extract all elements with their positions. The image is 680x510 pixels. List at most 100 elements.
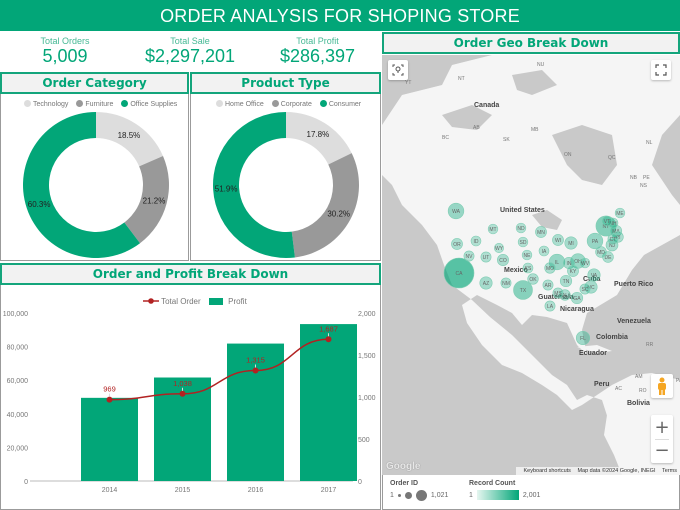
- slice-value-label: 17.8%: [307, 130, 330, 139]
- legend-label: Furniture: [85, 101, 114, 108]
- geo-map[interactable]: Canada United States Mexico Cuba Puerto Rico…: [382, 55, 680, 475]
- total-order-point[interactable]: [179, 390, 186, 397]
- keyboard-shortcuts-link[interactable]: Keyboard shortcuts: [524, 468, 571, 474]
- total-order-line: [109, 338, 329, 401]
- kpi-total-profit: Total Profit $286,397: [255, 36, 380, 66]
- map-data-text: Map data ©2024 Google, INEGI: [577, 468, 656, 474]
- product-type-donut: 17.8% 30.2% 51.9%: [212, 112, 359, 258]
- legend-item[interactable]: Consumer: [319, 100, 361, 108]
- slice-value-label: 30.2%: [327, 210, 350, 219]
- order-profit-title: Order and Profit Break Down: [0, 263, 381, 285]
- donut-slice-corporate[interactable]: [291, 153, 359, 258]
- color-legend-title: Record Count: [469, 480, 516, 487]
- zoom-in-button[interactable]: +: [654, 417, 669, 439]
- legend-label: Corporate: [280, 101, 312, 108]
- zoom-controls: + −: [651, 415, 673, 463]
- total-order-value-label: 1,315: [246, 356, 265, 365]
- google-logo: Google: [386, 461, 421, 472]
- zoom-out-button[interactable]: −: [654, 440, 669, 462]
- kpi-label: Total Profit: [296, 36, 339, 46]
- total-order-value-label: 969: [103, 385, 116, 394]
- state-label: GA: [573, 296, 581, 302]
- size-legend: Order ID 1 1,021: [390, 480, 448, 501]
- state-label: AR: [545, 283, 552, 289]
- color-legend-max: 2,001: [522, 491, 541, 499]
- product-type-title: Product Type: [190, 72, 381, 94]
- state-label: ND: [517, 226, 525, 232]
- order-profit-chart: 0 20,000 40,000 60,000 80,000 100,000 0 500 1,00…: [3, 311, 376, 494]
- state-label: ME: [616, 211, 624, 217]
- slice-value-label: 21.2%: [143, 196, 166, 205]
- state-label: NM: [502, 281, 510, 287]
- legend-item[interactable]: Office Supplies: [121, 100, 178, 108]
- legend-dot: [216, 100, 223, 107]
- state-label: MI: [568, 241, 574, 247]
- total-order-point[interactable]: [106, 396, 113, 403]
- legend-dot: [271, 100, 279, 107]
- legend-item[interactable]: Furniture: [76, 100, 114, 108]
- size-dot-mid-icon: [404, 492, 412, 499]
- size-dot-large-icon: [415, 490, 427, 501]
- state-label: MD: [597, 250, 605, 256]
- legend-dot: [121, 100, 129, 107]
- kpi-total-sale: Total Sale $2,297,201: [130, 36, 250, 66]
- y-left-tick-label: 40,000: [7, 412, 29, 419]
- order-category-donut: 18.5% 21.2% 60.3%: [22, 112, 169, 258]
- y-right-tick-label: 0: [358, 479, 362, 486]
- state-label: CT: [610, 237, 617, 243]
- state-label: MN: [537, 230, 545, 236]
- state-label: OR: [453, 242, 461, 248]
- state-label: WA: [452, 209, 461, 215]
- legend-dot: [319, 100, 327, 107]
- legend-item[interactable]: Corporate: [271, 100, 312, 108]
- x-tick-label: 2015: [175, 487, 191, 494]
- state-label: VT: [604, 219, 610, 225]
- state-label: CO: [499, 258, 507, 264]
- state-label: CA: [456, 271, 464, 277]
- state-label: OK: [529, 277, 537, 283]
- profit-bar[interactable]: [81, 397, 138, 481]
- state-label: UT: [483, 255, 490, 261]
- total-order-point[interactable]: [325, 336, 332, 343]
- state-label: VA: [591, 273, 598, 279]
- legend-item[interactable]: Technology: [24, 100, 69, 108]
- map-bubbles: CANYTXWAPAIL OHFLMINCVAAZNJGATNCO INKYMAOR…: [443, 202, 626, 346]
- profit-bar[interactable]: [300, 324, 357, 481]
- locate-button[interactable]: [388, 60, 408, 80]
- street-view-pegman[interactable]: [651, 374, 673, 398]
- slice-value-label: 51.9%: [215, 185, 238, 194]
- y-right-tick-label: 1,500: [358, 353, 376, 360]
- location-pin-icon: [392, 64, 404, 76]
- y-right-tick-label: 2,000: [358, 311, 376, 318]
- kpi-value: $286,397: [279, 46, 356, 66]
- kpi-label: Total Sale: [170, 36, 210, 46]
- state-label: NV: [466, 254, 474, 260]
- legend-label: Technology: [33, 101, 69, 108]
- state-label: LA: [547, 304, 554, 310]
- state-label: WV: [581, 261, 590, 267]
- total-order-point[interactable]: [252, 367, 259, 374]
- color-legend-min: 1: [469, 491, 473, 499]
- size-legend-title: Order ID: [390, 480, 419, 487]
- size-dot-small-icon: [397, 494, 401, 497]
- y-left-tick-label: 0: [24, 479, 28, 486]
- map-legend: Order ID 1 1,021 Record Count 1 2,001: [382, 475, 680, 510]
- kpi-label: Total Orders: [40, 36, 90, 46]
- fullscreen-icon: [655, 64, 667, 76]
- slice-value-label: 18.5%: [118, 131, 141, 140]
- legend-label: Office Supplies: [130, 101, 178, 108]
- state-label: WY: [495, 246, 504, 252]
- total-order-value-label: 1,687: [319, 324, 338, 333]
- pegman-icon: [658, 377, 666, 395]
- state-label: SD: [520, 240, 527, 246]
- size-legend-min: 1: [390, 492, 394, 499]
- kpi-total-orders: Total Orders 5,009: [10, 36, 120, 66]
- legend-dot: [24, 100, 31, 107]
- state-label: ID: [474, 239, 479, 245]
- legend-item[interactable]: Home Office: [216, 100, 264, 108]
- geo-title: Order Geo Break Down: [382, 32, 680, 54]
- color-legend: Record Count 1 2,001: [469, 480, 540, 500]
- state-label: PA: [592, 239, 599, 245]
- terms-link[interactable]: Terms: [662, 468, 677, 474]
- fullscreen-button[interactable]: [651, 60, 671, 80]
